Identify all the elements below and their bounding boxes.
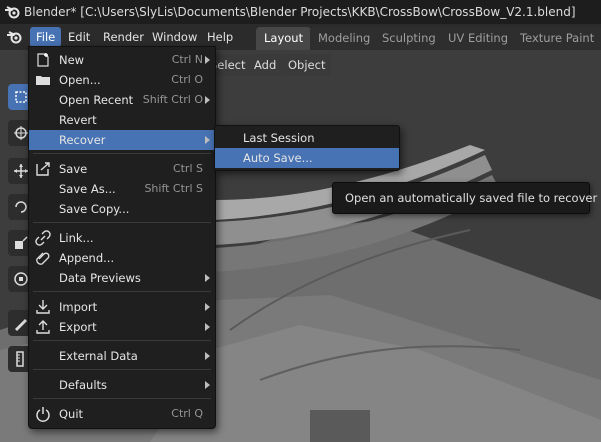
menu-separator (33, 291, 211, 292)
menu-item-data-previews[interactable]: Data Previews (29, 268, 215, 288)
submenu-arrow-icon (205, 303, 210, 311)
new-file-icon (37, 53, 49, 67)
measure-icon (16, 351, 24, 367)
rotate-icon (15, 201, 27, 213)
viewport-menu-object[interactable]: Object (282, 54, 332, 76)
submenu-arrow-icon (205, 323, 210, 331)
menu-edit[interactable]: Edit (62, 27, 96, 47)
menu-item-import[interactable]: Import (29, 297, 215, 317)
submenu-arrow-icon (205, 136, 210, 144)
submenu-arrow-icon (205, 56, 210, 64)
menu-item-export[interactable]: Export (29, 317, 215, 337)
menu-item-revert[interactable]: Revert (29, 110, 215, 130)
menu-help[interactable]: Help (201, 27, 239, 47)
scale-icon (15, 236, 28, 249)
file-menu-dropdown: New Ctrl N Open... Ctrl O Open Recent Sh… (28, 46, 216, 429)
transform-icon (14, 272, 28, 286)
cursor-icon (14, 126, 28, 140)
blender-menu-icon[interactable] (6, 29, 22, 45)
submenu-arrow-icon (205, 352, 210, 360)
submenu-arrow-icon (205, 381, 210, 389)
menu-item-external-data[interactable]: External Data (29, 346, 215, 366)
menu-item-open[interactable]: Open... Ctrl O (29, 70, 215, 90)
tab-texture-paint[interactable]: Texture Paint (512, 27, 601, 50)
submenu-arrow-icon (205, 96, 210, 104)
submenu-arrow-icon (205, 274, 210, 282)
submenu-item-last-session[interactable]: Last Session (215, 128, 399, 148)
tab-layout[interactable]: Layout (256, 27, 312, 50)
menu-separator (33, 398, 211, 399)
folder-icon (36, 76, 50, 85)
menu-item-save-copy[interactable]: Save Copy... (29, 199, 215, 219)
blender-logo-icon (5, 6, 20, 19)
tab-modeling[interactable]: Modeling (310, 27, 379, 50)
menu-separator (33, 153, 211, 154)
power-icon (36, 407, 50, 422)
annotate-icon (15, 319, 27, 331)
menu-window[interactable]: Window (146, 27, 203, 47)
save-icon (36, 162, 50, 176)
tooltip: Open an automatically saved file to reco… (332, 182, 601, 214)
tooltip-text: Open an automatically saved file to reco… (345, 191, 601, 205)
menu-item-save-as[interactable]: Save As... Shift Ctrl S (29, 179, 215, 199)
link-icon (35, 230, 51, 246)
menu-item-append[interactable]: Append... (29, 248, 215, 268)
import-icon (36, 300, 50, 314)
viewport-menu-add[interactable]: Add (248, 54, 283, 76)
export-icon (36, 320, 50, 334)
menu-item-quit[interactable]: Quit Ctrl Q (29, 404, 215, 424)
menu-separator (33, 222, 211, 223)
append-icon (36, 252, 50, 265)
tab-sculpting[interactable]: Sculpting (374, 27, 444, 50)
select-box-icon (15, 91, 27, 103)
window-titlebar: Blender* [C:\Users\SlyLis\Documents\Blen… (0, 0, 601, 24)
recover-submenu: Last Session Auto Save... (214, 125, 400, 171)
move-icon (14, 164, 28, 178)
window-title: Blender* [C:\Users\SlyLis\Documents\Blen… (24, 5, 576, 19)
tab-uv-editing[interactable]: UV Editing (440, 27, 516, 50)
menu-separator (33, 369, 211, 370)
menu-render[interactable]: Render (97, 27, 150, 47)
menu-item-recover[interactable]: Recover (29, 130, 215, 150)
menu-file[interactable]: File (30, 27, 62, 47)
menu-item-link[interactable]: Link... (29, 228, 215, 248)
menu-item-open-recent[interactable]: Open Recent Shift Ctrl O (29, 90, 215, 110)
menu-item-new[interactable]: New Ctrl N (29, 50, 215, 70)
menu-item-defaults[interactable]: Defaults (29, 375, 215, 395)
submenu-item-auto-save[interactable]: Auto Save... (215, 148, 399, 168)
menu-item-save[interactable]: Save Ctrl S (29, 159, 215, 179)
menu-separator (33, 340, 211, 341)
